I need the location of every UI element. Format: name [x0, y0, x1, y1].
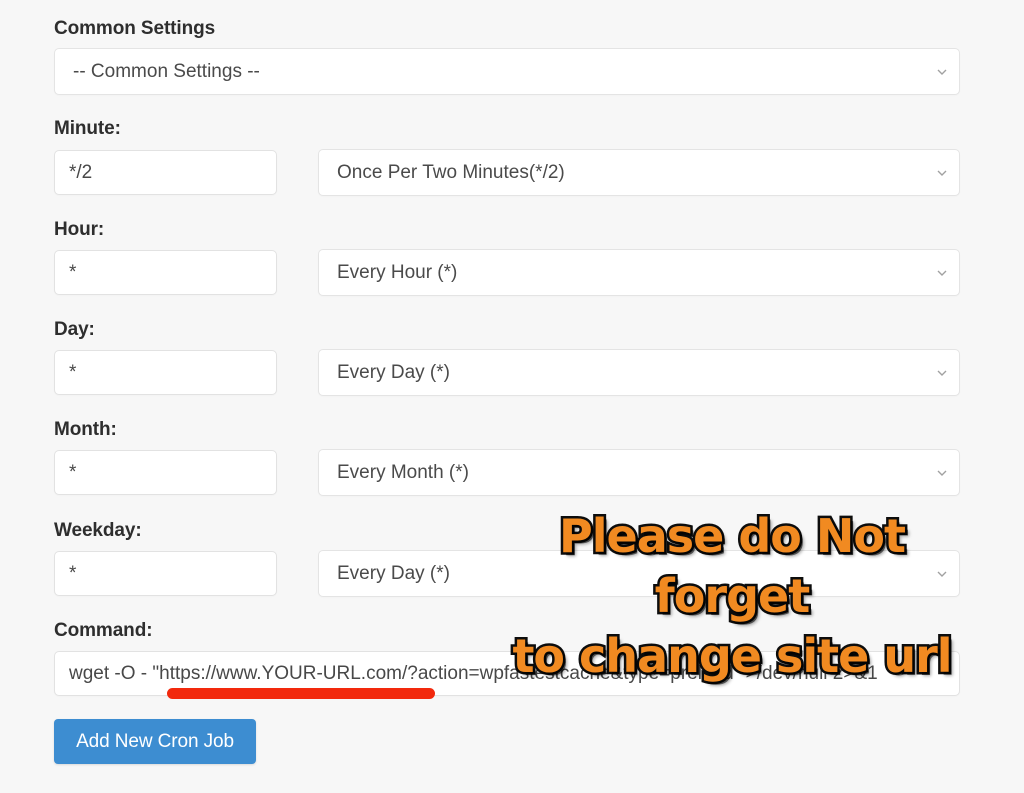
common-settings-label: Common Settings — [54, 18, 216, 39]
hour-select[interactable]: Every Hour (*) — [318, 249, 960, 296]
add-new-cron-job-button[interactable]: Add New Cron Job — [54, 719, 256, 764]
minute-label: Minute: — [54, 118, 121, 139]
day-select-value: Every Day (*) — [337, 361, 450, 383]
day-input[interactable] — [54, 350, 277, 395]
command-label: Command: — [54, 620, 153, 641]
chevron-down-icon — [937, 468, 947, 478]
command-input[interactable] — [54, 651, 960, 696]
weekday-select[interactable]: Every Day (*) — [318, 550, 960, 597]
day-select[interactable]: Every Day (*) — [318, 349, 960, 396]
common-settings-select-value: -- Common Settings -- — [73, 60, 260, 82]
chevron-down-icon — [937, 168, 947, 178]
minute-select[interactable]: Once Per Two Minutes(*/2) — [318, 149, 960, 196]
month-select[interactable]: Every Month (*) — [318, 449, 960, 496]
hour-select-value: Every Hour (*) — [337, 261, 458, 283]
weekday-input[interactable] — [54, 551, 277, 596]
month-input[interactable] — [54, 450, 277, 495]
month-select-value: Every Month (*) — [337, 461, 469, 483]
chevron-down-icon — [937, 268, 947, 278]
month-label: Month: — [54, 419, 117, 440]
chevron-down-icon — [937, 67, 947, 77]
weekday-select-value: Every Day (*) — [337, 562, 450, 584]
chevron-down-icon — [937, 569, 947, 579]
hour-label: Hour: — [54, 219, 105, 240]
cron-job-form-page: Common Settings -- Common Settings -- Mi… — [0, 0, 1024, 793]
day-label: Day: — [54, 319, 95, 340]
chevron-down-icon — [937, 368, 947, 378]
weekday-label: Weekday: — [54, 520, 142, 541]
minute-select-value: Once Per Two Minutes(*/2) — [337, 161, 565, 183]
minute-input[interactable] — [54, 150, 277, 195]
hour-input[interactable] — [54, 250, 277, 295]
common-settings-select[interactable]: -- Common Settings -- — [54, 48, 960, 95]
